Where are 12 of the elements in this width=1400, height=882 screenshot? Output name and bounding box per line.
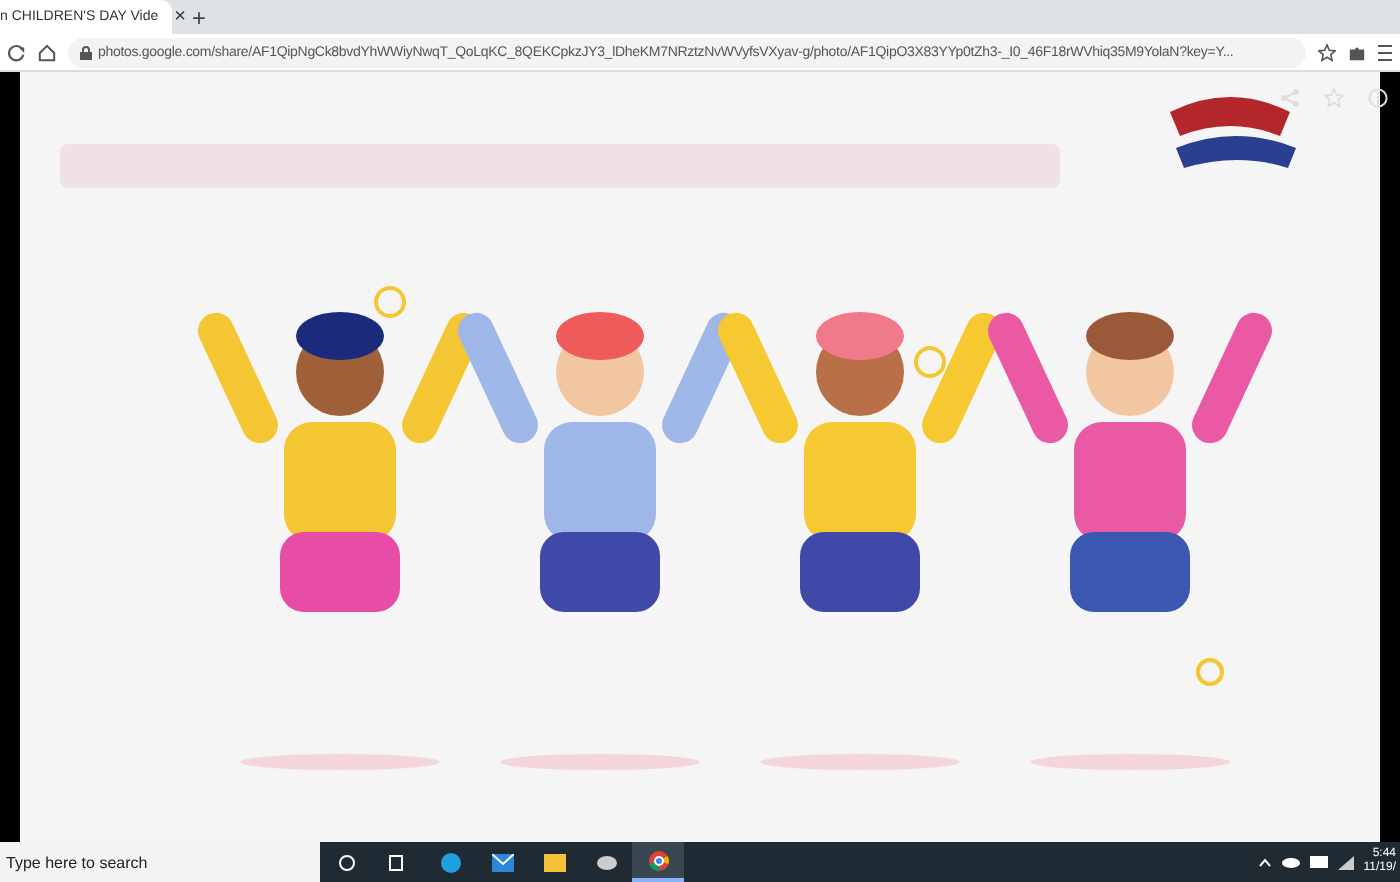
wifi-icon[interactable] — [1337, 855, 1354, 869]
chevron-up-icon[interactable] — [1257, 857, 1272, 867]
info-icon[interactable] — [1368, 88, 1388, 108]
search-field[interactable]: Type here to search — [0, 842, 320, 882]
lock-icon — [80, 45, 92, 59]
menu-icon[interactable] — [1378, 43, 1392, 61]
home-icon[interactable] — [38, 43, 56, 61]
chrome-icon[interactable] — [632, 842, 684, 882]
star-icon[interactable] — [1318, 43, 1336, 61]
new-tab-button[interactable]: + — [192, 6, 207, 30]
close-tab-button[interactable]: × — [174, 7, 186, 27]
reload-icon[interactable] — [8, 43, 26, 61]
